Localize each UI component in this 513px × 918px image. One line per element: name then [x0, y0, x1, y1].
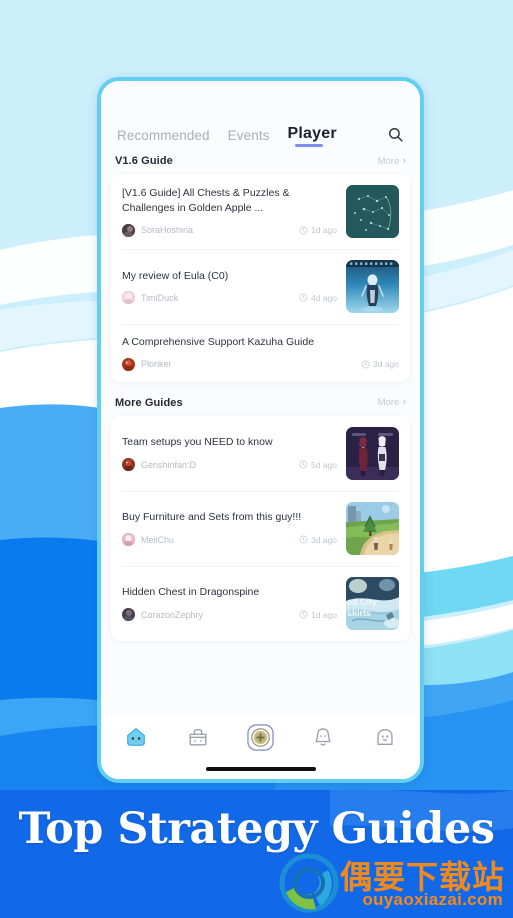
nav-item-shop[interactable] — [167, 726, 229, 748]
watermark-logo-icon — [279, 853, 339, 913]
nav-item-home[interactable] — [105, 726, 167, 748]
more-label: More — [377, 397, 400, 409]
item-meta: MeiiChu 3d ago — [122, 533, 337, 547]
avatar — [122, 291, 135, 305]
list-item[interactable]: [V1.6 Guide] All Chests & Puzzles & Chal… — [122, 174, 399, 249]
item-title: My review of Eula (C0) — [122, 269, 229, 282]
home-indicator — [101, 759, 420, 779]
bell-notification-icon — [315, 728, 331, 746]
clock-icon — [299, 610, 308, 619]
item-time: 3d ago — [355, 359, 399, 369]
nav-item-notifications[interactable] — [292, 726, 354, 748]
tab-recommended[interactable]: Recommended — [117, 128, 210, 146]
item-time: 4d ago — [293, 293, 337, 303]
item-meta: Genshinfan:D 5d ago — [122, 458, 337, 472]
item-title: A Comprehensive Support Kazuha Guide — [122, 336, 315, 348]
item-title: Hidden Chest in Dragonspine — [122, 586, 260, 599]
ghost-profile-icon — [377, 728, 393, 746]
thumb-caption-line2: skirts — [347, 608, 371, 618]
item-thumbnail[interactable] — [346, 426, 399, 480]
nav-item-profile[interactable] — [354, 726, 416, 748]
app-screen: Recommended Events Player V1.6 Guide Mor… — [101, 81, 420, 779]
item-title: [V1.6 Guide] All Chests & Puzzles & Chal… — [122, 187, 290, 214]
list-item[interactable]: Buy Furniture and Sets from this guy!!! … — [122, 490, 399, 566]
chevron-right-icon: › — [402, 154, 406, 167]
clock-icon — [299, 293, 308, 302]
item-time: 5d ago — [293, 460, 337, 470]
list-item[interactable]: My review of Eula (C0) TimiDuck 4d ago — [122, 249, 399, 324]
item-time: 1d ago — [293, 610, 337, 620]
section-title: V1.6 Guide — [115, 155, 173, 167]
tab-player[interactable]: Player — [288, 125, 337, 147]
clock-icon — [299, 460, 308, 469]
guide-card-more: Team setups you NEED to know Genshinfan:… — [111, 415, 410, 641]
item-time: 1d ago — [293, 225, 337, 235]
section-header-more-guides: More Guides More › — [111, 382, 410, 416]
list-item[interactable]: Team setups you NEED to know Genshinfan:… — [122, 416, 399, 491]
item-title: Team setups you NEED to know — [122, 436, 273, 449]
item-meta: Plonker 3d ago — [122, 357, 399, 371]
promo-banner: Top Strategy Guides 偶要下载站 ouyaoxiazai.co… — [0, 790, 513, 918]
item-thumbnail[interactable]: ed City skirts — [346, 576, 399, 630]
chevron-right-icon: › — [402, 396, 406, 409]
watermark-url-text: ouyaoxiazai.com — [362, 890, 503, 909]
item-time: 3d ago — [293, 535, 337, 545]
avatar — [122, 533, 135, 547]
section-more-link[interactable]: More › — [377, 396, 406, 409]
item-thumbnail[interactable] — [346, 501, 399, 555]
guide-card-v16: [V1.6 Guide] All Chests & Puzzles & Chal… — [111, 174, 410, 382]
bottom-navigation-bar — [101, 715, 420, 759]
section-header-v16-guide: V1.6 Guide More › — [111, 146, 410, 174]
slime-home-icon — [127, 728, 145, 746]
search-button[interactable] — [387, 126, 404, 146]
content-scroll-area[interactable]: V1.6 Guide More › [V1.6 Guide] All Chest… — [101, 146, 420, 715]
avatar — [122, 458, 135, 472]
item-author: TimiDuck — [141, 292, 179, 303]
item-author: SoraHoshina — [141, 225, 194, 236]
section-more-link[interactable]: More › — [377, 154, 406, 167]
list-item[interactable]: Hidden Chest in Dragonspine CorazonZephr… — [122, 565, 399, 641]
item-author: MeiiChu — [141, 534, 175, 545]
item-author: Plonker — [141, 359, 172, 370]
clock-icon — [299, 535, 308, 544]
item-thumbnail[interactable] — [346, 260, 399, 313]
avatar — [122, 357, 135, 371]
item-meta: TimiDuck 4d ago — [122, 291, 337, 305]
tab-events[interactable]: Events — [228, 128, 270, 146]
section-title: More Guides — [115, 396, 183, 409]
list-item[interactable]: A Comprehensive Support Kazuha Guide Plo… — [122, 324, 399, 382]
thumb-caption-line1: ed City — [347, 597, 377, 607]
clock-icon — [299, 226, 308, 235]
more-label: More — [377, 155, 400, 167]
item-thumbnail[interactable] — [346, 185, 399, 238]
tab-active-underline — [294, 143, 323, 147]
top-tab-bar: Recommended Events Player — [101, 81, 420, 147]
add-plus-badge-icon — [247, 723, 274, 751]
avatar — [122, 223, 135, 237]
item-title: Buy Furniture and Sets from this guy!!! — [122, 511, 302, 524]
banner-headline: Top Strategy Guides — [18, 804, 495, 854]
item-meta: SoraHoshina 1d ago — [122, 223, 337, 237]
avatar — [122, 608, 135, 622]
item-meta: CorazonZephry 1d ago — [122, 608, 337, 622]
shop-bag-icon — [189, 728, 207, 746]
nav-item-add[interactable] — [229, 723, 291, 751]
search-icon — [389, 128, 403, 142]
item-author: CorazonZephry — [141, 609, 204, 620]
clock-icon — [361, 360, 370, 369]
item-author: Genshinfan:D — [141, 459, 197, 470]
phone-frame: Recommended Events Player V1.6 Guide Mor… — [97, 77, 424, 783]
